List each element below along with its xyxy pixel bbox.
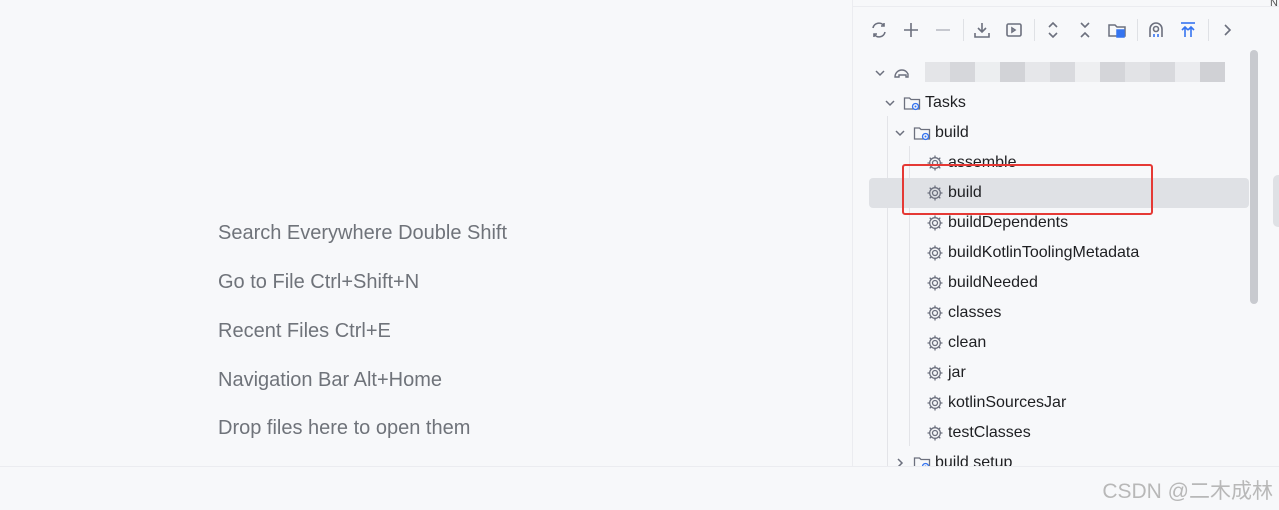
toolbar-separator [1137, 19, 1138, 41]
panel-top-border [853, 0, 1279, 7]
plus-icon[interactable] [897, 17, 925, 43]
tree-task-jar[interactable]: jar [926, 358, 966, 388]
toolbar-separator [1034, 19, 1035, 41]
tree-root-project[interactable] [873, 58, 915, 88]
gradle-elephant-icon [893, 64, 911, 82]
tree-task-build-kotlin-tooling-metadata[interactable]: buildKotlinToolingMetadata [926, 238, 1139, 268]
tree-task-test-classes[interactable]: testClasses [926, 418, 1031, 448]
analyze-icon[interactable] [1142, 17, 1170, 43]
tree-task-kotlin-sources-jar[interactable]: kotlinSourcesJar [926, 388, 1066, 418]
tree-task-label: buildKotlinToolingMetadata [948, 244, 1140, 261]
gradle-toolbar [865, 17, 1245, 43]
tree-task-classes[interactable]: classes [926, 298, 1001, 328]
upload-icon[interactable] [1174, 17, 1202, 43]
minus-icon[interactable] [929, 17, 957, 43]
task-folder-icon [903, 94, 921, 112]
toolbar-separator [1208, 19, 1209, 41]
tree-task-label: buildNeeded [948, 274, 1038, 291]
tree-label-build-setup: build setup [935, 454, 1013, 466]
gear-icon [926, 334, 944, 352]
panel-corner-text: N [1270, 0, 1278, 9]
tree-task-label: buildDependents [948, 214, 1069, 231]
chevron-down-icon[interactable] [873, 66, 887, 80]
tree-task-label: classes [948, 304, 1002, 321]
tree-task-build-needed[interactable]: buildNeeded [926, 268, 1038, 298]
gear-icon [926, 214, 944, 232]
panel-resize-handle[interactable] [1273, 175, 1279, 227]
blurred-project-name [925, 62, 1225, 82]
task-folder-icon [913, 454, 931, 466]
gear-icon [926, 244, 944, 262]
gear-icon [926, 394, 944, 412]
hint-navigation-bar: Navigation Bar Alt+Home [218, 369, 443, 391]
chevron-right-icon[interactable] [1213, 17, 1241, 43]
refresh-icon[interactable] [865, 17, 893, 43]
tree-task-label: jar [948, 364, 966, 381]
gear-icon [926, 274, 944, 292]
gear-icon [926, 364, 944, 382]
collapse-all-icon[interactable] [1071, 17, 1099, 43]
tree-task-label: kotlinSourcesJar [948, 394, 1067, 411]
tree-node-build-setup[interactable]: build setup [893, 448, 1012, 466]
hint-go-to-file: Go to File Ctrl+Shift+N [218, 271, 420, 293]
tree-task-label: testClasses [948, 424, 1031, 441]
status-bar-area [0, 466, 1279, 510]
annotation-highlight-box [902, 164, 1153, 215]
tree-label-build-group: build [935, 124, 969, 141]
tree-label-tasks: Tasks [925, 94, 966, 111]
gear-icon [926, 424, 944, 442]
tree-task-clean[interactable]: clean [926, 328, 986, 358]
hint-drop-files: Drop files here to open them [218, 417, 471, 439]
tree-task-label: clean [948, 334, 987, 351]
chevron-down-icon[interactable] [893, 126, 907, 140]
task-folder-icon [913, 124, 931, 142]
editor-empty-state: Search Everywhere Double Shift Go to Fil… [0, 0, 852, 466]
hint-recent-files: Recent Files Ctrl+E [218, 320, 391, 342]
watermark: CSDN @二木成林 [1102, 480, 1273, 503]
chevron-right-icon[interactable] [893, 456, 907, 466]
chevron-down-icon[interactable] [883, 96, 897, 110]
gear-icon [926, 304, 944, 322]
expand-all-icon[interactable] [1039, 17, 1067, 43]
tree-node-build-group[interactable]: build [893, 118, 969, 148]
tree-guide-line [887, 116, 888, 466]
download-icon[interactable] [968, 17, 996, 43]
gradle-tool-window: N Tasks build assemble build buildDepend… [852, 0, 1279, 466]
run-config-icon[interactable] [1000, 17, 1028, 43]
open-folder-icon[interactable] [1103, 17, 1131, 43]
tree-node-tasks[interactable]: Tasks [883, 88, 966, 118]
toolbar-separator [963, 19, 964, 41]
vertical-scrollbar[interactable] [1250, 50, 1258, 304]
hint-search-everywhere: Search Everywhere Double Shift [218, 222, 508, 244]
